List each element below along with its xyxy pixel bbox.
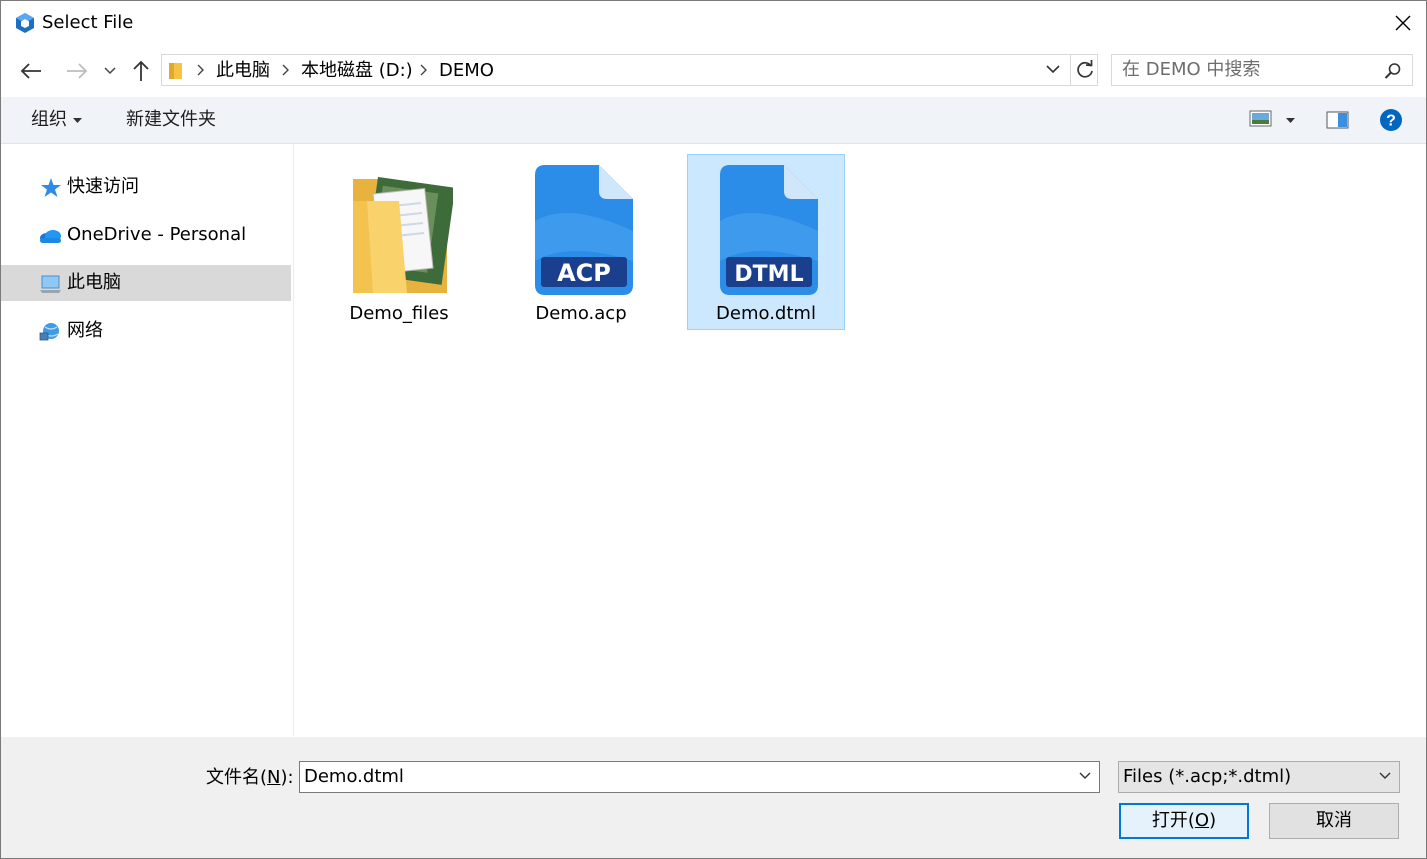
sidebar-item-this-pc[interactable]: 此电脑 [1,265,291,301]
new-folder-button[interactable]: 新建文件夹 [126,109,216,131]
dtml-file-icon: DTML [720,165,818,295]
up-button[interactable] [129,58,153,84]
sidebar-item-label: 此电脑 [67,272,121,293]
caret-down-icon [73,118,82,123]
file-badge-dtml: DTML [734,262,803,287]
chevron-down-icon[interactable] [1079,772,1091,780]
file-name: Demo_files [349,303,449,324]
svg-text:?: ? [1386,113,1396,130]
sidebar-item-quick-access[interactable]: 快速访问 [1,169,291,205]
sidebar-item-label: 快速访问 [67,176,139,197]
command-bar: 组织 新建文件夹 ? [1,97,1426,144]
sidebar-item-label: OneDrive - Personal [67,224,247,245]
arrow-left-icon [20,63,41,79]
open-button[interactable]: 打开(O) [1119,803,1249,839]
file-badge-acp: ACP [557,259,611,287]
sidebar-item-label: 网络 [67,320,103,341]
file-name: Demo.dtml [716,303,816,324]
acp-file-icon: ACP [535,165,633,295]
star-icon [41,178,61,197]
file-item-demo-dtml[interactable]: DTML Demo.dtml [687,154,845,330]
filetype-value: Files (*.acp;*.dtml) [1123,766,1292,787]
dialog-footer: 文件名(N): Demo.dtml Files (*.acp;*.dtml) 打… [1,737,1426,858]
preview-pane-icon[interactable] [1326,111,1350,129]
chevron-right-icon [282,64,289,76]
file-dialog: Select File 此电脑 本地磁盘 (D:) DEMO 在 DEMO 中搜… [0,0,1427,859]
open-button-mnemonic: O [1194,810,1210,831]
file-item-demo-acp[interactable]: ACP Demo.acp [502,154,660,330]
chevron-right-icon [420,64,427,76]
filename-value: Demo.dtml [304,766,404,787]
caret-down-icon[interactable] [1286,118,1295,123]
sidebar-item-network[interactable]: 网络 [1,313,291,349]
search-input[interactable]: 在 DEMO 中搜索 [1111,54,1413,86]
file-list: Demo_files ACP Demo.acp DTML Demo.dtml [294,144,1426,736]
file-item-demo-files[interactable]: Demo_files [320,154,478,330]
organize-button[interactable]: 组织 [31,109,67,131]
chevron-right-icon [197,64,204,76]
breadcrumb-this-pc[interactable]: 此电脑 [216,60,270,82]
window-title: Select File [42,12,134,33]
view-options-icon[interactable] [1249,110,1273,128]
search-icon [1384,63,1401,79]
breadcrumb-demo[interactable]: DEMO [439,60,494,82]
title-bar: Select File [1,1,1426,45]
chevron-down-icon [104,67,116,75]
filename-label: 文件名(N): [206,767,294,789]
divider [1070,55,1071,85]
refresh-icon[interactable] [1074,59,1096,81]
breadcrumb-local-disk[interactable]: 本地磁盘 (D:) [301,60,413,82]
folder-icon [169,63,182,79]
cloud-icon [40,230,61,243]
filename-input[interactable]: Demo.dtml [299,761,1100,793]
arrow-right-icon [67,63,88,79]
back-button[interactable] [17,58,45,84]
filename-label-text: 文件名( [206,767,268,788]
chevron-down-icon[interactable] [1046,64,1060,74]
search-placeholder: 在 DEMO 中搜索 [1122,59,1261,80]
address-bar[interactable]: 此电脑 本地磁盘 (D:) DEMO [161,54,1098,86]
help-icon[interactable]: ? [1379,108,1403,132]
computer-icon [40,275,61,293]
file-name: Demo.acp [535,303,627,324]
network-icon [39,323,59,341]
folder-icon [353,176,453,293]
forward-button[interactable] [63,58,91,84]
close-icon [1395,15,1411,31]
filename-label-mnemonic: N [267,767,281,788]
chevron-down-icon [1379,772,1391,779]
recent-locations-button[interactable] [101,58,119,84]
open-button-text: 打开( [1151,810,1195,831]
close-button[interactable] [1380,1,1426,45]
cancel-button[interactable]: 取消 [1269,803,1399,839]
app-hexagon-icon [16,13,34,33]
arrow-up-icon [133,60,149,81]
open-button-suffix: ) [1209,810,1217,831]
sidebar-item-onedrive[interactable]: OneDrive - Personal [1,217,291,253]
filename-label-suffix: ): [280,767,294,788]
filetype-select[interactable]: Files (*.acp;*.dtml) [1118,761,1400,793]
navigation-pane: 快速访问 OneDrive - Personal 此电脑 网络 [1,144,294,736]
